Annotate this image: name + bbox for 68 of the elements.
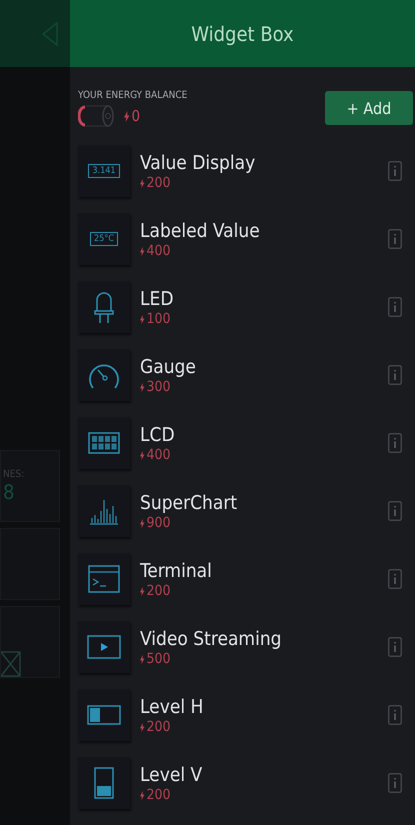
info-icon[interactable] <box>388 229 402 249</box>
value-display-icon: 3.141 <box>88 164 120 178</box>
info-icon[interactable] <box>388 501 402 521</box>
widget-price: 200 <box>146 719 171 735</box>
video-icon <box>87 635 121 659</box>
widget-name: LCD <box>140 423 176 447</box>
balance-value: 0 <box>132 107 140 125</box>
bolt-icon <box>140 178 144 188</box>
battery-icon <box>78 105 116 127</box>
widget-tile[interactable] <box>78 485 130 537</box>
add-button[interactable]: + Add <box>325 91 413 125</box>
bolt-icon <box>140 586 144 596</box>
widget-price: 900 <box>146 515 171 531</box>
bolt-icon <box>140 382 144 392</box>
widget-name: Labeled Value <box>140 219 261 243</box>
bolt-icon <box>140 314 144 324</box>
led-icon <box>94 291 114 323</box>
widget-price: 200 <box>146 175 171 191</box>
widget-name: Level H <box>140 695 204 719</box>
widget-name: Video Streaming <box>140 627 283 651</box>
info-icon[interactable] <box>388 773 402 793</box>
bolt-icon <box>140 450 144 460</box>
widget-price: 200 <box>146 787 171 803</box>
chart-icon <box>89 497 119 525</box>
widget-name: LED <box>140 287 174 311</box>
widget-tile[interactable] <box>78 553 130 605</box>
info-icon[interactable] <box>388 637 402 657</box>
widget-tile[interactable] <box>78 689 130 741</box>
widget-name: Level V <box>140 763 204 787</box>
widget-price: 400 <box>146 243 171 259</box>
back-icon <box>42 22 58 46</box>
info-icon[interactable] <box>388 433 402 453</box>
balance-label: YOUR ENERGY BALANCE <box>78 90 188 101</box>
bolt-icon <box>140 654 144 664</box>
card-value: 8 <box>3 480 16 504</box>
widget-price: 100 <box>146 311 171 327</box>
info-icon[interactable] <box>388 569 402 589</box>
level-icon <box>87 705 121 725</box>
widget-name: Gauge <box>140 355 197 379</box>
bolt-icon <box>124 110 130 122</box>
info-icon[interactable] <box>388 365 402 385</box>
widget-tile[interactable] <box>78 349 130 401</box>
widget-tile[interactable]: 25°C <box>78 213 130 265</box>
bolt-icon <box>140 722 144 732</box>
widget-name: SuperChart <box>140 491 238 515</box>
widget-price: 400 <box>146 447 171 463</box>
widget-tile[interactable] <box>78 281 130 333</box>
info-icon[interactable] <box>388 705 402 725</box>
lcd-icon <box>88 432 120 454</box>
level-icon <box>94 767 114 799</box>
bolt-icon <box>140 246 144 256</box>
widget-price: 200 <box>146 583 171 599</box>
widget-tile[interactable] <box>78 621 130 673</box>
value-display-icon: 25°C <box>90 232 118 246</box>
bolt-icon <box>140 790 144 800</box>
widget-tile[interactable] <box>78 417 130 469</box>
info-icon[interactable] <box>388 297 402 317</box>
widget-price: 500 <box>146 651 171 667</box>
envelope-icon <box>1 651 21 677</box>
widget-price: 300 <box>146 379 171 395</box>
info-icon[interactable] <box>388 161 402 181</box>
widget-tile[interactable] <box>78 757 130 809</box>
widget-name: Terminal <box>140 559 213 583</box>
widget-name: Value Display <box>140 151 256 175</box>
terminal-icon <box>88 565 120 593</box>
widget-tile[interactable]: 3.141 <box>78 145 130 197</box>
bolt-icon <box>140 518 144 528</box>
header-title: Widget Box <box>191 22 294 46</box>
